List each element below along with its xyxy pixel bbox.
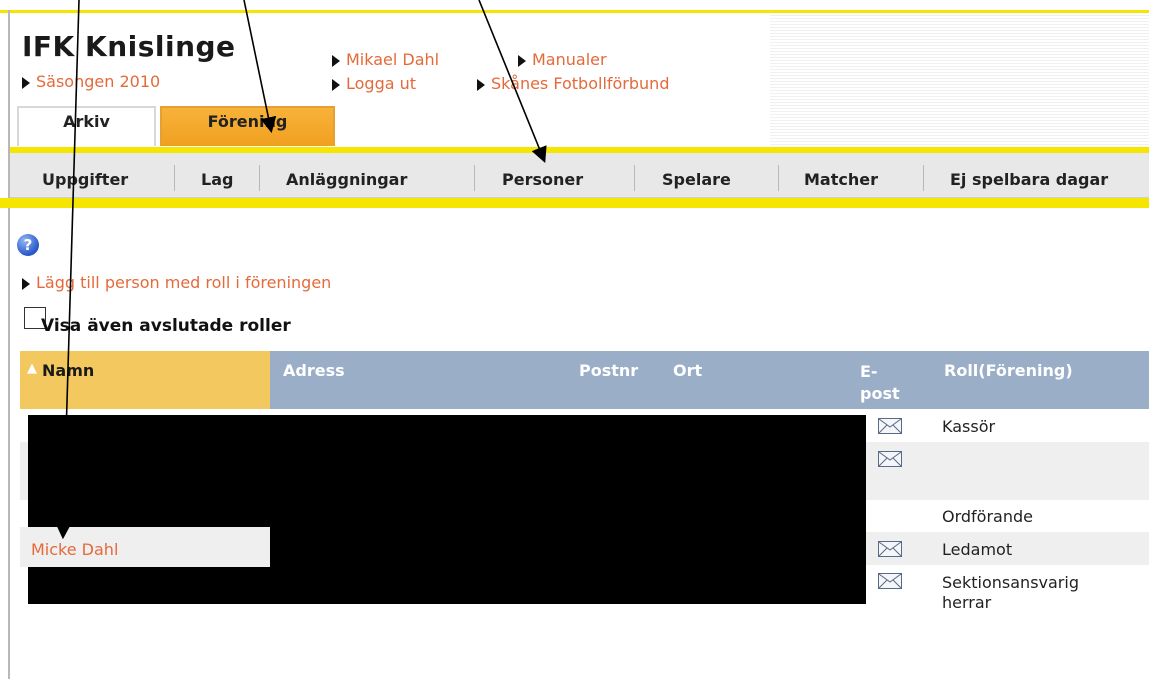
arrow-right-icon <box>518 54 526 67</box>
nav-item-ej-spelbara-dagar[interactable]: Ej spelbara dagar <box>950 170 1108 189</box>
user-link-label: Mikael Dahl <box>346 50 440 69</box>
column-ort-header[interactable]: Ort <box>673 361 702 380</box>
column-postnr-header[interactable]: Postnr <box>579 361 638 380</box>
nav-item-matcher[interactable]: Matcher <box>804 170 878 189</box>
manuals-link-label: Manualer <box>532 50 607 69</box>
redacted-block <box>28 565 866 604</box>
user-link[interactable]: Mikael Dahl <box>332 50 439 69</box>
tab-arkiv[interactable]: Arkiv <box>17 106 156 146</box>
column-email-label-line2: post <box>860 384 900 403</box>
federation-link-label: Skånes Fotbollförbund <box>491 74 670 93</box>
mail-icon-graphic <box>879 419 901 433</box>
role-cell: Ordförande <box>942 507 1033 526</box>
arrow-right-icon <box>22 277 30 290</box>
nav-item-uppgifter[interactable]: Uppgifter <box>42 170 128 189</box>
manuals-link[interactable]: Manualer <box>518 50 607 69</box>
season-link[interactable]: Säsongen 2010 <box>22 72 160 91</box>
person-name-link[interactable]: Micke Dahl <box>31 540 118 559</box>
nav-item-anlaggningar[interactable]: Anläggningar <box>286 170 407 189</box>
redacted-block <box>28 415 866 527</box>
nav-item-spelare[interactable]: Spelare <box>662 170 731 189</box>
nav-separator <box>259 165 260 191</box>
column-email-header[interactable]: E- post <box>860 361 900 405</box>
role-cell: Ledamot <box>942 540 1013 559</box>
column-name-label[interactable]: Namn <box>42 361 94 380</box>
column-address-header[interactable]: Adress <box>283 361 345 380</box>
nav-item-personer[interactable]: Personer <box>502 170 583 189</box>
mail-icon[interactable] <box>878 418 902 434</box>
season-link-label: Säsongen 2010 <box>36 72 161 91</box>
add-person-link-label: Lägg till person med roll i föreningen <box>36 273 332 292</box>
role-cell-line2: herrar <box>942 593 992 612</box>
arrow-right-icon <box>332 78 340 91</box>
nav-separator <box>634 165 635 191</box>
mail-icon-graphic <box>879 452 901 466</box>
nav-separator <box>474 165 475 191</box>
logout-link-label: Logga ut <box>346 74 417 93</box>
arrow-right-icon <box>332 54 340 67</box>
mail-icon-graphic <box>879 542 901 556</box>
add-person-link[interactable]: Lägg till person med roll i föreningen <box>22 273 331 292</box>
mail-icon[interactable] <box>878 541 902 557</box>
top-divider <box>0 10 1149 13</box>
mail-icon[interactable] <box>878 451 902 467</box>
mail-icon-graphic <box>879 574 901 588</box>
club-name: IFK Knislinge <box>22 30 236 63</box>
nav-item-lag[interactable]: Lag <box>201 170 233 189</box>
federation-link[interactable]: Skånes Fotbollförbund <box>477 74 669 93</box>
column-email-label-line1: E- <box>860 362 878 381</box>
role-cell: Kassör <box>942 417 996 436</box>
role-cell: Sektionsansvarig herrar <box>942 573 1079 613</box>
nav-bottom-divider <box>0 198 1149 208</box>
show-ended-roles-label: Visa även avslutade roller <box>41 316 291 336</box>
nav-separator <box>778 165 779 191</box>
arrow-right-icon <box>22 76 30 89</box>
logout-link[interactable]: Logga ut <box>332 74 416 93</box>
arrow-right-icon <box>477 78 485 91</box>
sort-ascending-icon: ▲ <box>27 361 37 376</box>
mail-icon[interactable] <box>878 573 902 589</box>
column-role-header[interactable]: Roll(Förening) <box>944 361 1073 380</box>
redacted-block <box>270 527 866 567</box>
column-name-header[interactable] <box>20 351 270 409</box>
tab-forening[interactable]: Förening <box>160 106 335 146</box>
left-border <box>8 10 10 679</box>
question-icon[interactable]: ? <box>17 234 39 256</box>
nav-separator <box>923 165 924 191</box>
role-cell-line1: Sektionsansvarig <box>942 573 1079 592</box>
nav-separator <box>174 165 175 191</box>
